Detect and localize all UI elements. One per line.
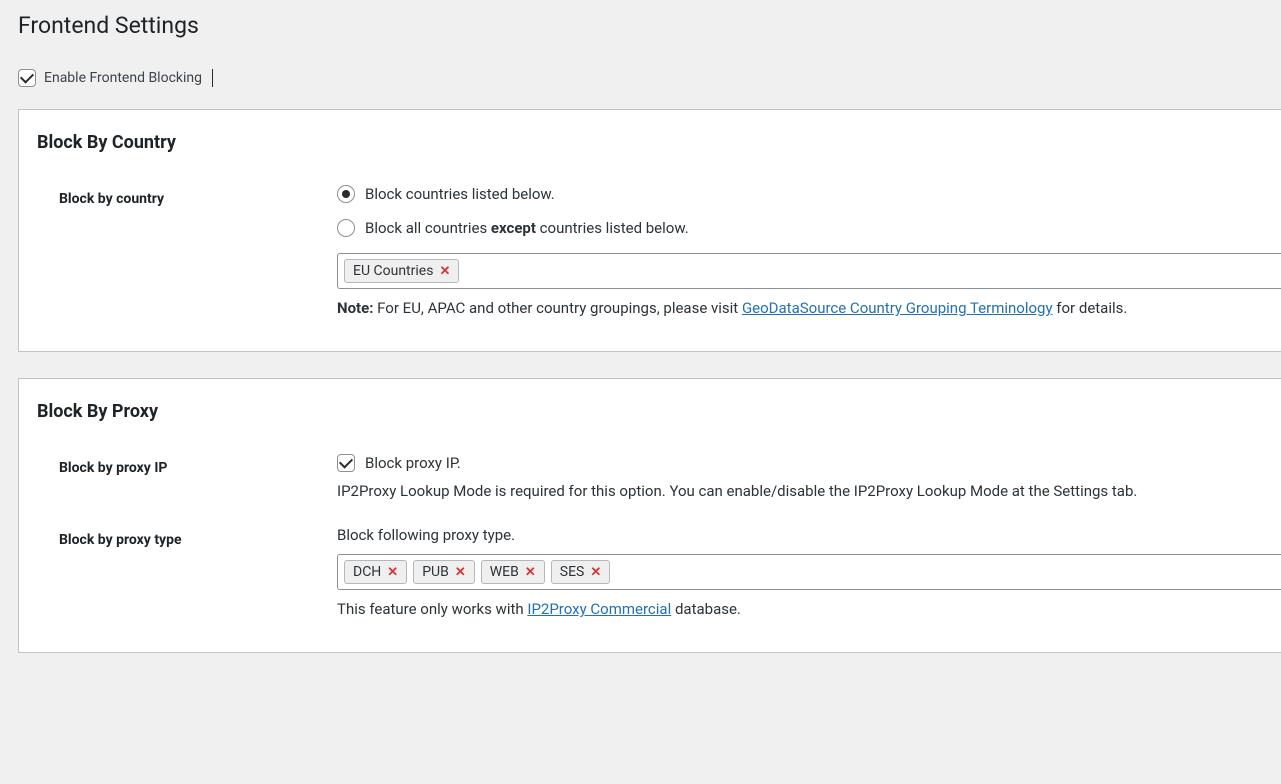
text: For EU, APAC and other country groupings… <box>373 299 741 317</box>
block-proxy-type-intro: Block following proxy type. <box>337 526 1281 544</box>
remove-tag-icon[interactable]: ✕ <box>439 264 450 279</box>
block-proxy-ip-check-label: Block proxy IP. <box>365 454 461 472</box>
proxy-type-tag: SES ✕ <box>551 560 611 584</box>
proxy-type-note: This feature only works with IP2Proxy Co… <box>337 600 1281 618</box>
proxy-type-tag-input[interactable]: DCH ✕ PUB ✕ WEB ✕ SES ✕ <box>337 554 1281 590</box>
page-title: Frontend Settings <box>18 12 1281 39</box>
block-by-country-panel: Block By Country Block by country Block … <box>18 109 1281 352</box>
text-cursor <box>212 69 213 87</box>
remove-tag-icon[interactable]: ✕ <box>387 565 398 580</box>
block-listed-radio-label: Block countries listed below. <box>365 185 555 203</box>
country-tag: EU Countries ✕ <box>344 259 459 283</box>
enable-frontend-blocking-label: Enable Frontend Blocking <box>44 70 202 86</box>
block-listed-radio[interactable]: Block countries listed below. <box>337 185 1281 203</box>
text: countries listed below. <box>536 219 689 237</box>
text-bold: except <box>491 219 536 237</box>
geodatasource-link[interactable]: GeoDataSource Country Grouping Terminolo… <box>742 299 1053 317</box>
tag-label: EU Countries <box>353 263 433 279</box>
proxy-type-tag: PUB ✕ <box>413 560 475 584</box>
country-note: Note: For EU, APAC and other country gro… <box>337 299 1281 317</box>
tag-label: DCH <box>353 564 381 580</box>
tag-label: SES <box>560 564 585 580</box>
block-by-proxy-title: Block By Proxy <box>37 401 1281 422</box>
text: Block all countries <box>365 219 491 237</box>
block-by-proxy-type-label: Block by proxy type <box>37 526 337 548</box>
country-tag-input[interactable]: EU Countries ✕ <box>337 253 1281 289</box>
block-proxy-ip-checkbox[interactable] <box>337 454 355 472</box>
radio-icon <box>337 185 355 203</box>
radio-icon <box>337 219 355 237</box>
remove-tag-icon[interactable]: ✕ <box>590 565 601 580</box>
block-by-country-title: Block By Country <box>37 132 1281 153</box>
block-by-country-label: Block by country <box>37 185 337 207</box>
text: for details. <box>1053 299 1128 317</box>
tag-label: WEB <box>490 564 519 580</box>
block-except-radio-label: Block all countries except countries lis… <box>365 219 689 237</box>
text: database. <box>671 600 741 618</box>
tag-label: PUB <box>422 564 449 580</box>
enable-frontend-blocking-checkbox[interactable] <box>18 69 36 87</box>
block-proxy-ip-helper: IP2Proxy Lookup Mode is required for thi… <box>337 482 1281 500</box>
proxy-type-tag: WEB ✕ <box>481 560 545 584</box>
proxy-type-tag: DCH ✕ <box>344 560 407 584</box>
remove-tag-icon[interactable]: ✕ <box>525 565 536 580</box>
remove-tag-icon[interactable]: ✕ <box>455 565 466 580</box>
block-by-proxy-ip-label: Block by proxy IP <box>37 454 337 476</box>
block-except-radio[interactable]: Block all countries except countries lis… <box>337 219 1281 237</box>
block-by-proxy-panel: Block By Proxy Block by proxy IP Block p… <box>18 378 1281 653</box>
text: This feature only works with <box>337 600 527 618</box>
note-label: Note: <box>337 299 373 317</box>
ip2proxy-commercial-link[interactable]: IP2Proxy Commercial <box>527 600 671 618</box>
